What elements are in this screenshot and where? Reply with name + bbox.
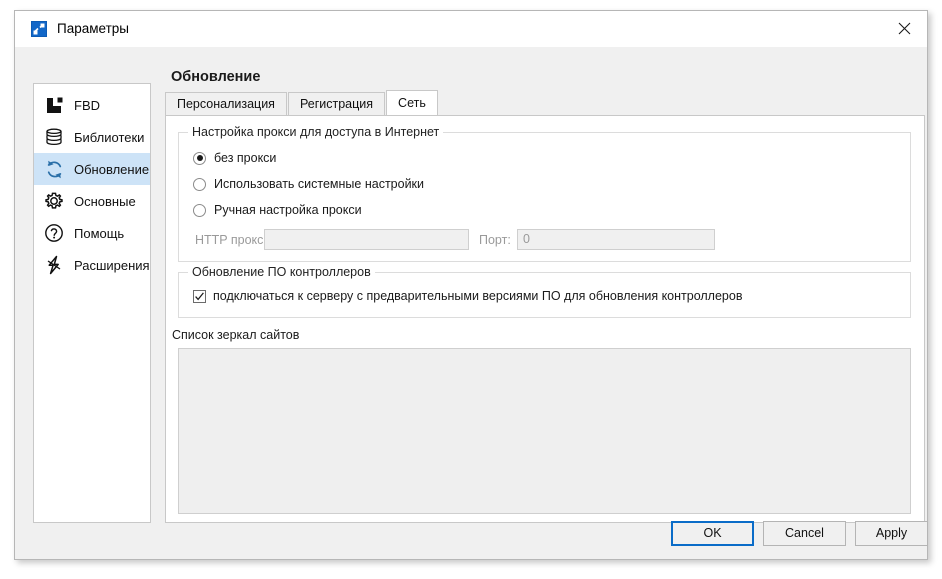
radio-indicator	[193, 151, 206, 165]
dialog-footer: OK Cancel Apply	[15, 521, 928, 559]
sidebar-item-extensions[interactable]: Расширения	[34, 249, 150, 281]
gear-icon	[42, 189, 66, 213]
tab-network[interactable]: Сеть	[386, 90, 438, 115]
tab-bar: Персонализация Регистрация Сеть	[165, 90, 439, 115]
sidebar-item-fbd[interactable]: FBD	[34, 89, 150, 121]
sidebar-item-libraries[interactable]: Библиотеки	[34, 121, 150, 153]
mirrors-list-label: Список зеркал сайтов	[172, 328, 300, 342]
sidebar-item-label: Библиотеки	[74, 129, 145, 145]
cancel-button[interactable]: Cancel	[763, 521, 846, 546]
proxy-group-title: Настройка прокси для доступа в Интернет	[188, 125, 444, 139]
screen: Параметры Обновление FBD Библиотеки Обно…	[0, 0, 942, 579]
port-input[interactable]: 0	[517, 229, 715, 250]
ok-button[interactable]: OK	[671, 521, 754, 546]
radio-manual-proxy[interactable]: Ручная настройка прокси	[193, 203, 362, 217]
app-icon	[31, 21, 47, 37]
library-icon	[42, 125, 66, 149]
refresh-icon	[42, 157, 66, 181]
fbd-icon	[42, 93, 66, 117]
radio-label: без прокси	[214, 151, 277, 165]
title-bar: Параметры	[15, 11, 927, 47]
close-icon[interactable]	[881, 11, 927, 45]
sidebar-item-help[interactable]: Помощь	[34, 217, 150, 249]
http-proxy-label: HTTP прокси:	[195, 233, 274, 247]
sidebar-item-label: Помощь	[74, 225, 125, 241]
window-title: Параметры	[57, 21, 129, 36]
firmware-update-group: Обновление ПО контроллеров подключаться …	[178, 265, 911, 318]
sidebar-item-label: Обновление	[74, 161, 150, 177]
tab-personalization[interactable]: Персонализация	[165, 92, 287, 115]
radio-indicator	[193, 203, 206, 217]
settings-dialog: Параметры Обновление FBD Библиотеки Обно…	[14, 10, 928, 560]
apply-button[interactable]: Apply	[855, 521, 928, 546]
tab-panel-network: Настройка прокси для доступа в Интернет …	[165, 115, 925, 523]
radio-indicator	[193, 177, 206, 191]
firmware-group-title: Обновление ПО контроллеров	[188, 265, 375, 279]
mirrors-list[interactable]	[178, 348, 911, 514]
radio-system-proxy[interactable]: Использовать системные настройки	[193, 177, 424, 191]
prerelease-checkbox[interactable]	[193, 289, 206, 303]
sidebar-item-general[interactable]: Основные	[34, 185, 150, 217]
prerelease-checkbox-row[interactable]: подключаться к серверу с предварительным…	[193, 289, 742, 303]
proxy-settings-group: Настройка прокси для доступа в Интернет …	[178, 125, 911, 262]
page-title: Обновление	[171, 69, 261, 85]
radio-label: Ручная настройка прокси	[214, 203, 362, 217]
lightning-icon	[42, 253, 66, 277]
sidebar-item-label: FBD	[74, 97, 100, 113]
radio-label: Использовать системные настройки	[214, 177, 425, 191]
port-label: Порт:	[479, 233, 511, 247]
radio-no-proxy[interactable]: без прокси	[193, 151, 276, 165]
sidebar-item-label: Основные	[74, 193, 136, 209]
sidebar-item-label: Расширения	[74, 257, 150, 273]
tab-registration[interactable]: Регистрация	[287, 92, 386, 115]
prerelease-checkbox-label: подключаться к серверу с предварительным…	[213, 289, 743, 303]
help-icon	[42, 221, 66, 245]
sidebar: FBD Библиотеки Обновление Основные Помощ…	[33, 83, 151, 523]
sidebar-item-update[interactable]: Обновление	[34, 153, 150, 185]
http-proxy-input[interactable]	[264, 229, 469, 250]
